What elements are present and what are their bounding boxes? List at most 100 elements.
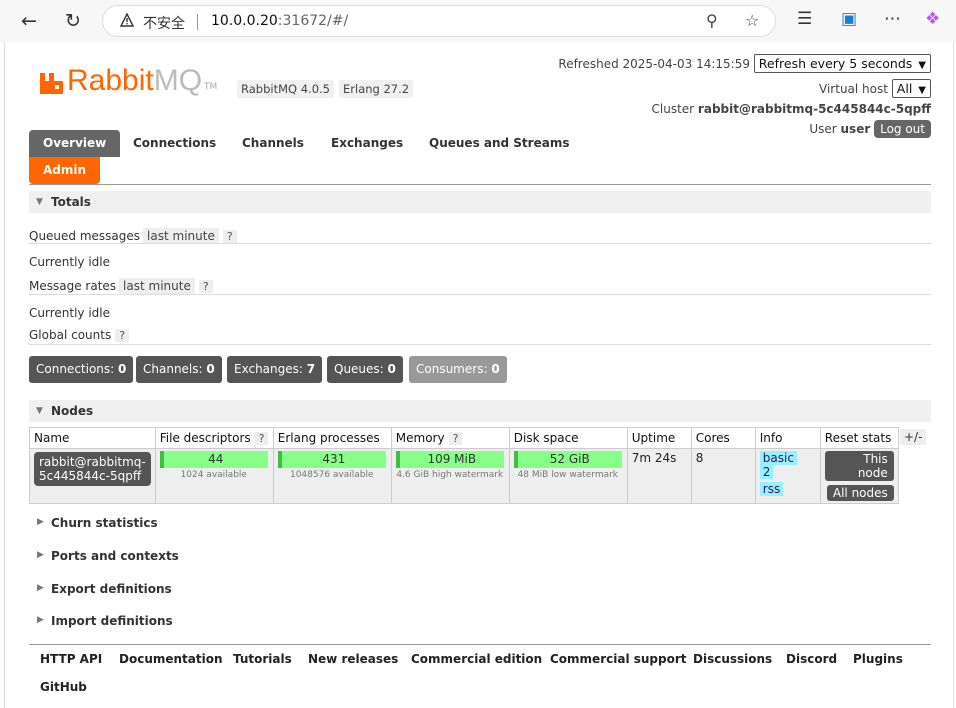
- file-descriptors-available: 1024 available: [180, 470, 247, 480]
- col-info: Info: [754, 427, 821, 449]
- divider: [29, 294, 931, 295]
- help-button[interactable]: ?: [198, 280, 213, 293]
- message-rates-row: Message rates last minute?: [29, 278, 213, 294]
- idle-text: Currently idle: [29, 306, 110, 320]
- edge-extension-icon[interactable]: ▣: [841, 9, 857, 29]
- cluster-name: rabbit@rabbitmq-5c445844c-5qpff: [697, 102, 931, 116]
- info-basic-tag: basic: [759, 451, 797, 465]
- reset-stats-cell: This node All nodes: [819, 448, 899, 504]
- queues-count-button[interactable]: Queues: 0: [327, 356, 403, 383]
- vhost-row: Virtual host All ▼: [819, 79, 931, 98]
- reset-this-node-button[interactable]: This node: [824, 451, 894, 481]
- tab-overview[interactable]: Overview: [29, 130, 121, 157]
- channels-count-button[interactable]: Channels: 0: [136, 356, 222, 383]
- divider: [29, 344, 931, 345]
- nodes-title: Nodes: [51, 404, 94, 418]
- user-label: User: [809, 122, 837, 136]
- churn-statistics-section[interactable]: ▶ Churn statistics: [37, 516, 158, 530]
- queued-messages-row: Queued messages last minute?: [29, 228, 237, 244]
- warning-icon[interactable]: [120, 13, 134, 27]
- footer-link-documentation[interactable]: Documentation: [119, 652, 223, 666]
- totals-section-header[interactable]: ▼ Totals: [29, 191, 931, 213]
- logo-trademark: TM: [204, 82, 218, 92]
- rabbitmq-logo-icon: [40, 73, 63, 94]
- queued-messages-label: Queued messages: [29, 229, 141, 243]
- url-text[interactable]: 10.0.0.20:31672/#/: [211, 13, 348, 29]
- tab-exchanges[interactable]: Exchanges: [317, 130, 417, 157]
- footer-link-plugins[interactable]: Plugins: [853, 652, 903, 666]
- refreshed-timestamp: Refreshed 2025-04-03 14:15:59: [558, 57, 750, 71]
- footer-link-discussions[interactable]: Discussions: [693, 652, 772, 666]
- ports-and-contexts-section[interactable]: ▶ Ports and contexts: [37, 549, 179, 563]
- col-name: Name: [29, 427, 156, 449]
- back-arrow-icon[interactable]: ←: [16, 8, 42, 34]
- erlang-processes-available: 1048576 available: [289, 470, 374, 480]
- rabbitmq-version: RabbitMQ 4.0.5: [237, 80, 334, 98]
- export-definitions-section[interactable]: ▶ Export definitions: [37, 582, 172, 596]
- footer-link-commercial-edition[interactable]: Commercial edition: [411, 652, 542, 666]
- refresh-row: Refreshed 2025-04-03 14:15:59 Refresh ev…: [558, 54, 931, 73]
- help-button[interactable]: ?: [254, 432, 269, 445]
- reload-icon[interactable]: ↻: [60, 8, 86, 34]
- erlang-processes-cell: 431 1048576 available: [272, 448, 392, 504]
- totals-title: Totals: [51, 195, 91, 209]
- connections-count-button[interactable]: Connections: 0: [29, 356, 134, 383]
- tab-channels[interactable]: Channels: [228, 130, 318, 157]
- nodes-section-header[interactable]: ▼ Nodes: [29, 400, 931, 422]
- disk-space-bar: 52 GiB: [513, 451, 622, 468]
- footer-link-discord[interactable]: Discord: [786, 652, 837, 666]
- footer-link-tutorials[interactable]: Tutorials: [233, 652, 292, 666]
- footer-link-commercial-support[interactable]: Commercial support: [550, 652, 687, 666]
- global-counts-row: Global counts?: [29, 328, 130, 342]
- user-row: User user Log out: [809, 120, 931, 138]
- help-button[interactable]: ?: [222, 230, 237, 243]
- footer-link-http-api[interactable]: HTTP API: [40, 652, 102, 666]
- logo-text: RabbitMQ: [67, 64, 203, 97]
- tab-queues-and-streams[interactable]: Queues and Streams: [415, 130, 583, 157]
- copilot-icon[interactable]: ❖: [925, 9, 940, 29]
- tab-connections[interactable]: Connections: [119, 130, 230, 157]
- collapsed-triangle-icon: ▶: [37, 583, 44, 593]
- reset-all-nodes-button[interactable]: All nodes: [826, 485, 894, 501]
- zoom-icon[interactable]: ⚲: [706, 11, 718, 30]
- more-menu-icon[interactable]: ⋯: [884, 9, 901, 29]
- col-file-descriptors: File descriptors?: [154, 427, 274, 449]
- consumers-count-button[interactable]: Consumers: 0: [409, 356, 507, 383]
- logout-button[interactable]: Log out: [874, 120, 931, 138]
- info-count-tag: 2: [759, 465, 774, 479]
- rates-range-toggle[interactable]: last minute: [119, 278, 195, 294]
- favorite-star-icon[interactable]: ☆: [745, 11, 759, 30]
- help-button[interactable]: ?: [448, 432, 463, 445]
- memory-watermark: 4.6 GiB high watermark: [396, 470, 504, 480]
- import-definitions-section[interactable]: ▶ Import definitions: [37, 614, 173, 628]
- help-button[interactable]: ?: [115, 329, 130, 342]
- favorites-list-icon[interactable]: ☰: [797, 9, 812, 29]
- idle-text: Currently idle: [29, 255, 110, 269]
- node-name-link[interactable]: rabbit@rabbitmq- 5c445844c-5qpff: [34, 452, 151, 486]
- exchanges-count-button[interactable]: Exchanges: 7: [227, 356, 323, 383]
- vhost-select[interactable]: All ▼: [891, 79, 931, 98]
- collapsed-triangle-icon: ▶: [37, 550, 44, 560]
- address-bar[interactable]: 不安全 10.0.0.20:31672/#/ ⚲ ☆: [102, 5, 776, 37]
- expanded-triangle-icon: ▼: [36, 197, 43, 207]
- collapsed-triangle-icon: ▶: [37, 517, 44, 527]
- cluster-label: Cluster: [651, 102, 695, 116]
- vhost-label: Virtual host: [819, 82, 888, 96]
- refresh-interval-select[interactable]: Refresh every 5 seconds ▼: [753, 54, 931, 73]
- global-counts-label: Global counts: [29, 328, 112, 342]
- erlang-processes-bar: 431: [277, 451, 386, 468]
- cores-cell: 8: [690, 448, 756, 504]
- queued-range-toggle[interactable]: last minute: [143, 228, 219, 244]
- rabbitmq-logo[interactable]: RabbitMQ TM: [39, 64, 217, 96]
- disk-space-watermark: 48 MiB low watermark: [517, 470, 619, 480]
- uptime-cell: 7m 24s: [626, 448, 692, 504]
- table-header-row: Name File descriptors? Erlang processes …: [29, 427, 899, 449]
- col-reset-stats: Reset stats: [819, 427, 899, 449]
- footer-link-new-releases[interactable]: New releases: [308, 652, 398, 666]
- chevron-down-icon: ▼: [918, 60, 926, 71]
- browser-toolbar: ← ↻ 不安全 10.0.0.20:31672/#/ ⚲ ☆ ☰ ▣ ⋯ ❖: [0, 0, 956, 42]
- tab-admin[interactable]: Admin: [29, 157, 101, 184]
- column-toggle-button[interactable]: +/-: [900, 429, 927, 445]
- expanded-triangle-icon: ▼: [36, 406, 43, 416]
- footer-link-github[interactable]: GitHub: [40, 680, 87, 694]
